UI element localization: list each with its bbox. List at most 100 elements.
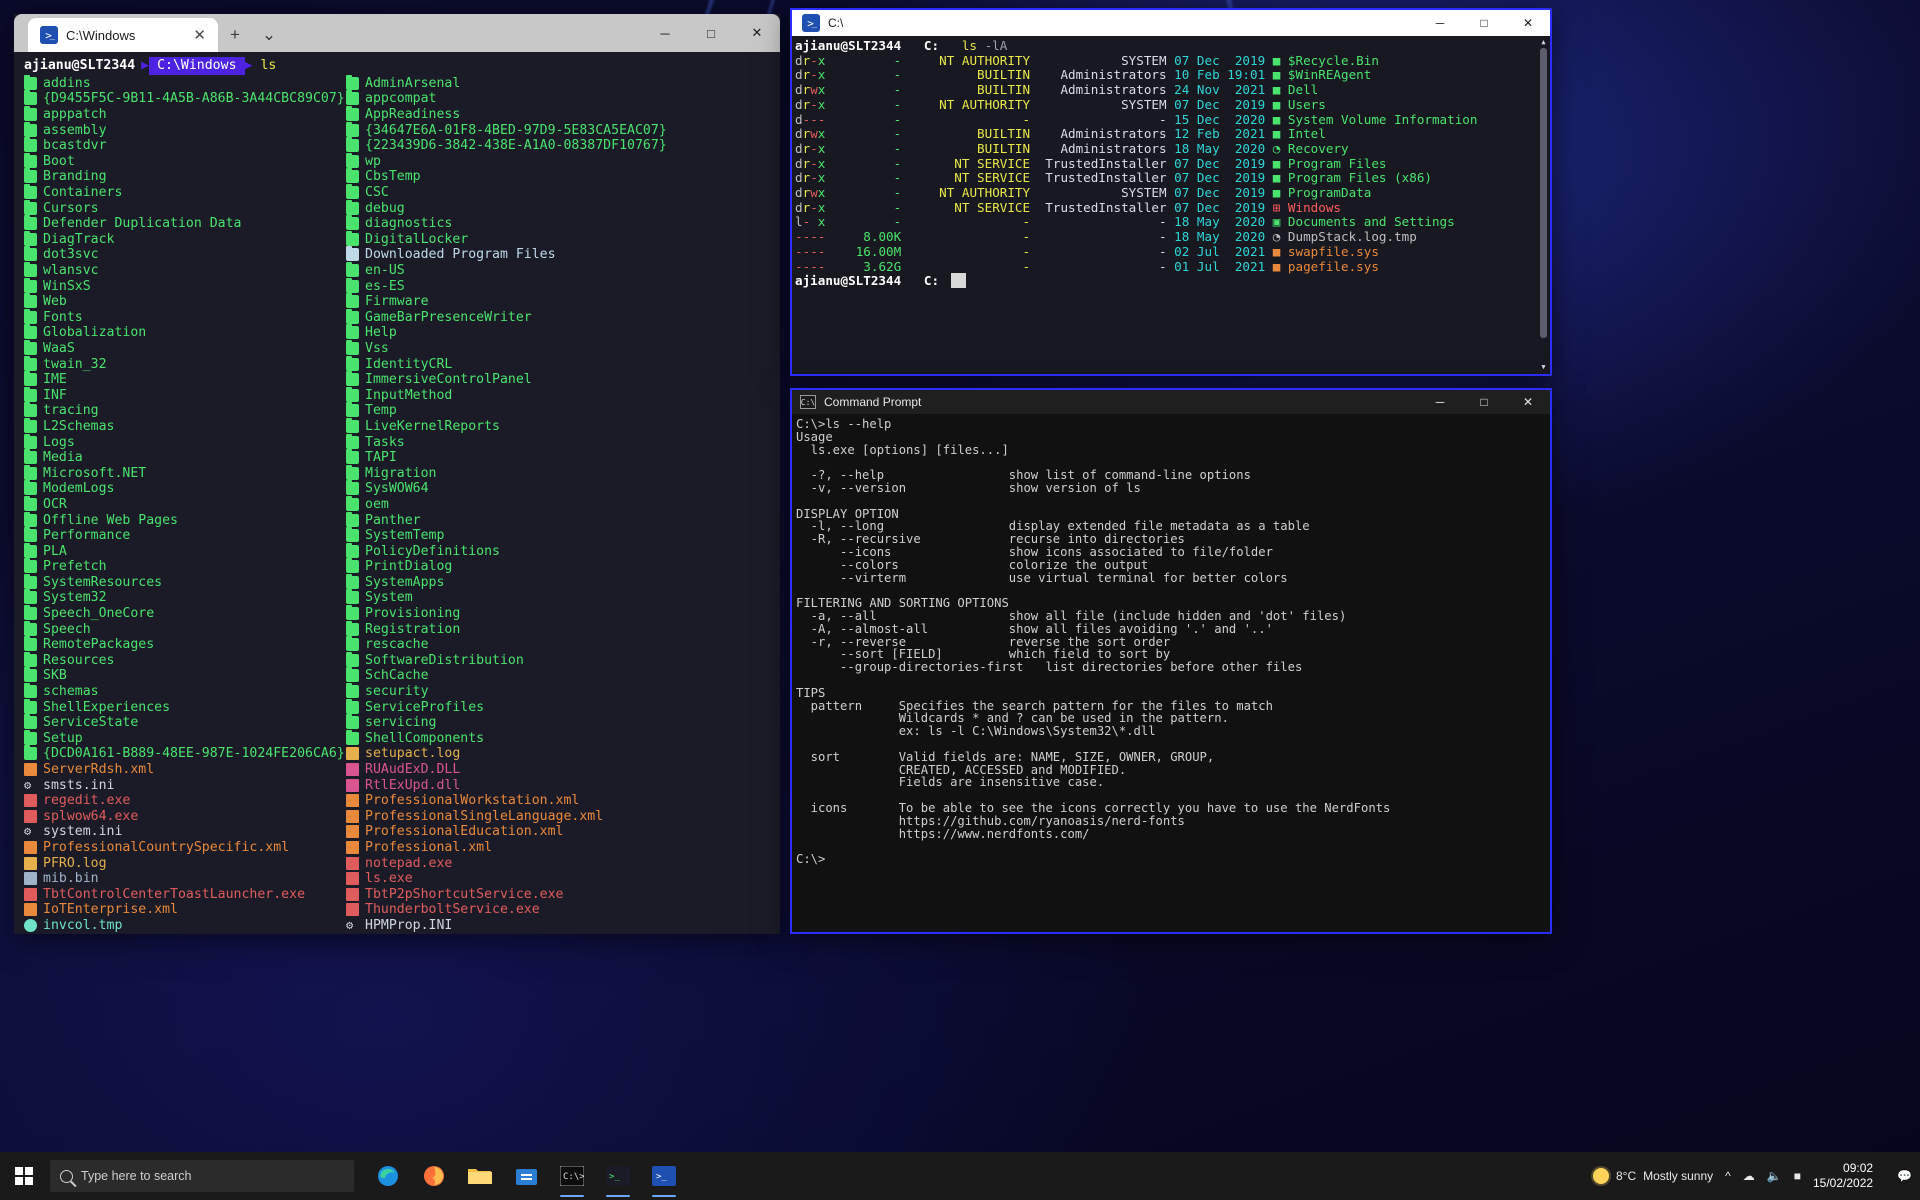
taskbar-app-buttons[interactable]: C:\> >_ >_ xyxy=(368,1154,684,1198)
folder-icon xyxy=(346,277,359,293)
close-window-button[interactable]: ✕ xyxy=(1506,10,1550,36)
folder-icon xyxy=(346,511,359,527)
bin-icon xyxy=(24,872,37,886)
taskbar-app-terminal[interactable]: >_ xyxy=(598,1154,638,1198)
weather-condition: Mostly sunny xyxy=(1643,1169,1714,1183)
file-list-item: PrintDialog xyxy=(346,558,667,575)
file-list-item-label: ModemLogs xyxy=(43,481,115,497)
terminal-left-tab[interactable]: C:\Windows ✕ xyxy=(28,18,218,52)
new-tab-button[interactable]: + xyxy=(218,18,252,52)
command-prompt-line: TIPS xyxy=(796,685,826,700)
terminal-left-tabstrip[interactable]: C:\Windows ✕ + ⌄ ─ □ ✕ xyxy=(14,14,780,52)
file-list-item-label: SystemApps xyxy=(365,574,445,590)
network-icon[interactable]: ☁ xyxy=(1743,1169,1755,1183)
file-list-item: IoTEnterprise.xml xyxy=(24,902,345,918)
file-list-item-label: ImmersiveControlPanel xyxy=(365,372,532,388)
file-list-item: Provisioning xyxy=(346,605,667,622)
ls-long-row: dr-x - BUILTIN Administrators 18 May 202… xyxy=(795,140,1349,156)
folder-icon xyxy=(346,308,359,324)
minimize-button[interactable]: ─ xyxy=(642,14,688,52)
tray-chevron-icon[interactable]: ^ xyxy=(1725,1169,1731,1183)
command-prompt-line: ex: ls -l C:\Windows\System32\*.dll xyxy=(796,724,1156,739)
windows-terminal-left[interactable]: C:\Windows ✕ + ⌄ ─ □ ✕ ajianu@SLT2344 ▶ … xyxy=(14,14,780,934)
file-list-item-label: bcastdvr xyxy=(43,138,107,154)
taskbar-app-firefox[interactable] xyxy=(414,1154,454,1198)
terminal-right-output[interactable]: ajianu@SLT2344 C: ls -lA dr-x - NT AUTHO… xyxy=(792,36,1550,374)
file-list-item-label: smsts.ini xyxy=(43,777,115,793)
maximize-button[interactable]: □ xyxy=(688,14,734,52)
terminal-left-window-controls[interactable]: ─ □ ✕ xyxy=(642,14,780,52)
file-list-item-label: Vss xyxy=(365,340,389,356)
command-prompt-window-controls[interactable]: ─ □ ✕ xyxy=(1418,390,1550,414)
file-list-item: PLA xyxy=(24,542,345,559)
file-list-item: ShellExperiences xyxy=(24,698,345,715)
scroll-up-icon[interactable]: ▲ xyxy=(1539,38,1548,47)
volume-icon[interactable]: 🔈 xyxy=(1767,1169,1782,1183)
chevron-down-icon[interactable]: ⌄ xyxy=(252,18,286,52)
xml-icon xyxy=(346,809,359,823)
taskbar-app-edge[interactable] xyxy=(368,1154,408,1198)
start-button[interactable] xyxy=(0,1152,48,1200)
gear-icon xyxy=(24,825,37,838)
file-list-item-label: DiagTrack xyxy=(43,231,115,247)
file-list-item-label: Performance xyxy=(43,528,131,544)
file-list-item: Tasks xyxy=(346,433,667,450)
minimize-button[interactable]: ─ xyxy=(1418,10,1462,36)
file-list-item-label: es-ES xyxy=(365,278,405,294)
file-list-item-label: PolicyDefinitions xyxy=(365,543,500,559)
command-prompt-line: sort Valid fields are: NAME, SIZE, OWNER… xyxy=(796,749,1215,764)
file-list-item-label: System xyxy=(365,590,413,606)
maximize-button[interactable]: □ xyxy=(1462,10,1506,36)
weather-widget[interactable]: 8°C Mostly sunny xyxy=(1592,1168,1714,1184)
taskbar-app-file-explorer[interactable] xyxy=(460,1154,500,1198)
folder-icon xyxy=(24,199,37,215)
file-list-item: CbsTemp xyxy=(346,168,667,185)
terminal-right-scrollbar[interactable]: ▲ ▼ xyxy=(1539,38,1548,372)
taskbar-app-windows-terminal[interactable]: >_ xyxy=(644,1154,684,1198)
maximize-button[interactable]: □ xyxy=(1462,390,1506,414)
taskbar[interactable]: Type here to search C:\> >_ >_ 8°C Mostly … xyxy=(0,1152,1920,1200)
file-list-item-label: Professional.xml xyxy=(365,839,493,855)
folder-icon xyxy=(346,402,359,418)
folder-icon xyxy=(346,449,359,465)
scroll-down-icon[interactable]: ▼ xyxy=(1539,363,1548,372)
command-prompt-output[interactable]: C:\>ls --help Usage ls.exe [options] [fil… xyxy=(792,414,1550,932)
exe-icon xyxy=(346,856,359,870)
file-list-item: regedit.exe xyxy=(24,793,345,809)
folder-icon xyxy=(24,308,37,324)
clock[interactable]: 09:02 15/02/2022 xyxy=(1813,1161,1885,1191)
terminal-right-window-controls[interactable]: ─ □ ✕ xyxy=(1418,10,1550,36)
close-window-button[interactable]: ✕ xyxy=(1506,390,1550,414)
notification-center-icon[interactable]: 💬 xyxy=(1897,1169,1912,1183)
file-list-item: InputMethod xyxy=(346,386,667,403)
battery-icon[interactable]: ■ xyxy=(1794,1169,1801,1183)
file-list-item-label: SysWOW64 xyxy=(365,481,429,497)
file-list-item: SchCache xyxy=(346,667,667,684)
search-input[interactable]: Type here to search xyxy=(50,1160,354,1192)
terminal-right-tabstrip[interactable]: C:\ ─ □ ✕ xyxy=(792,10,1550,36)
ls-long-row: dr-x - NT SERVICE TrustedInstaller 07 De… xyxy=(795,199,1341,215)
xml-icon xyxy=(346,825,359,839)
windows-terminal-right[interactable]: C:\ ─ □ ✕ ajianu@SLT2344 C: ls -lA dr-x … xyxy=(790,8,1552,376)
system-tray[interactable]: 8°C Mostly sunny ^ ☁ 🔈 ■ 09:02 15/02/202… xyxy=(1592,1161,1920,1191)
file-list-item: Offline Web Pages xyxy=(24,511,345,528)
folder-icon xyxy=(346,495,359,511)
file-list-item-label: schemas xyxy=(43,684,99,700)
taskbar-app-command-prompt[interactable]: C:\> xyxy=(552,1154,592,1198)
xml-icon xyxy=(24,903,37,917)
file-list-item: ProfessionalCountrySpecific.xml xyxy=(24,840,345,856)
file-list-item-label: PLA xyxy=(43,543,67,559)
terminal-left-output[interactable]: ajianu@SLT2344 ▶ C:\Windows ▶ ls addins{… xyxy=(14,52,780,934)
taskbar-app-store[interactable] xyxy=(506,1154,546,1198)
file-list-item-label: SystemResources xyxy=(43,574,163,590)
scrollbar-thumb[interactable] xyxy=(1540,48,1547,338)
folder-icon xyxy=(346,542,359,558)
command-prompt-line: https://www.nerdfonts.com/ xyxy=(796,826,1090,841)
command-prompt-titlebar[interactable]: C:\ Command Prompt ─ □ ✕ xyxy=(792,390,1550,414)
close-window-button[interactable]: ✕ xyxy=(734,14,780,52)
folder-icon xyxy=(346,527,359,543)
command-prompt-window[interactable]: C:\ Command Prompt ─ □ ✕ C:\>ls --help Us… xyxy=(790,388,1552,934)
minimize-button[interactable]: ─ xyxy=(1418,390,1462,414)
svg-text:>_: >_ xyxy=(656,1172,667,1182)
close-icon[interactable]: ✕ xyxy=(189,26,210,44)
